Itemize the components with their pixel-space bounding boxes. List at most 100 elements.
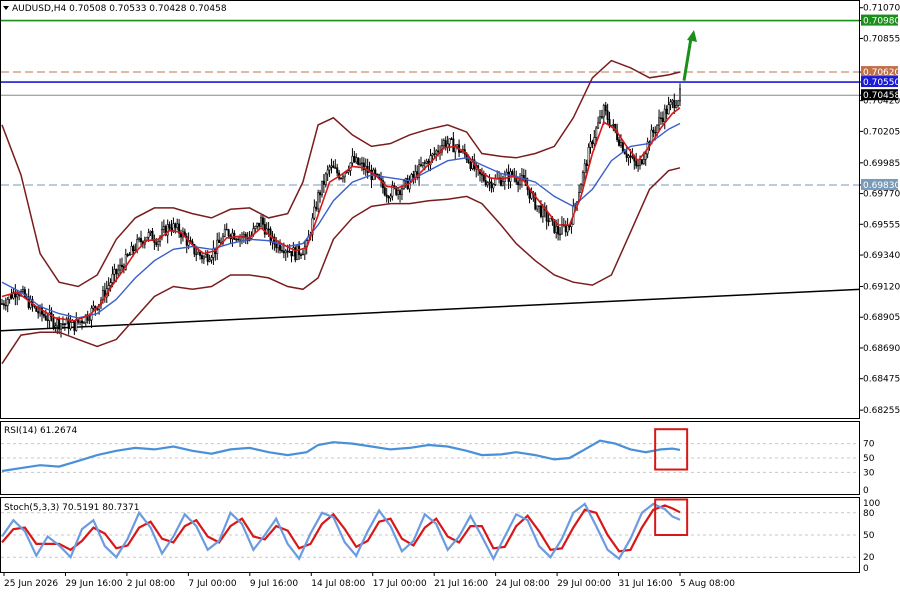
rsi-tick-label: 30	[863, 468, 875, 478]
bollinger-upper-band	[1, 59, 681, 288]
candle-body	[557, 226, 560, 235]
price-tick-label: 0.69985	[863, 159, 900, 169]
moving-average-fast	[1, 107, 681, 322]
stoch-tick-label: 50	[863, 531, 875, 541]
candle-body	[355, 157, 358, 163]
candle-body	[450, 138, 453, 140]
candle-body	[667, 104, 670, 115]
candle-body	[359, 163, 362, 165]
candle-body	[199, 251, 202, 256]
candle-body	[351, 156, 354, 164]
candle-body	[56, 319, 59, 327]
candle-body	[37, 311, 40, 314]
candle-body	[484, 180, 487, 186]
time-tick-label: 14 Jul 08:00	[311, 579, 365, 589]
candle-body	[421, 162, 424, 166]
candle-body	[237, 238, 240, 241]
candle-body	[583, 163, 586, 173]
candle-body	[149, 230, 152, 233]
candle-body	[115, 268, 118, 275]
candle-body	[671, 100, 674, 103]
candle-body	[423, 162, 426, 164]
symbol-menu-icon[interactable]	[3, 6, 9, 10]
candle-body	[58, 319, 61, 330]
level-tag-label: 0.70550	[863, 78, 900, 88]
candle-body	[399, 190, 402, 195]
candle-body	[280, 249, 283, 252]
candle-body	[176, 223, 179, 228]
price-tick-label: 0.69555	[863, 220, 900, 230]
candle-body	[581, 172, 584, 186]
candle-body	[60, 323, 63, 330]
candle-body	[157, 240, 160, 245]
candle-body	[444, 140, 447, 148]
candle-body	[549, 217, 552, 222]
candle-body	[260, 217, 263, 227]
candle-body	[42, 313, 45, 317]
candle-body	[113, 268, 116, 275]
candle-body	[132, 245, 135, 252]
candle-body	[490, 181, 493, 189]
candle-body	[589, 141, 592, 148]
candle-body	[433, 153, 436, 156]
candle-body	[642, 158, 645, 165]
candle-body	[501, 181, 504, 186]
candle-body	[627, 155, 630, 158]
candle-body	[320, 180, 323, 196]
candle-body	[317, 192, 320, 210]
candle-body	[326, 169, 329, 175]
candle-body	[330, 165, 333, 168]
candle-body	[412, 174, 415, 178]
candle-body	[0, 303, 3, 305]
stoch-axis: 10080 50 200	[863, 499, 880, 574]
time-tick-label: 2 Jul 08:00	[127, 579, 176, 589]
stoch-tick-label: 0	[863, 564, 869, 574]
candle-body	[109, 282, 112, 286]
candle-body	[353, 156, 356, 163]
candle-body	[227, 229, 230, 237]
candle-body	[387, 196, 390, 199]
candle-body	[656, 124, 659, 133]
candle-body	[88, 319, 91, 322]
candle-body	[6, 299, 9, 306]
candle-body	[602, 105, 605, 118]
candle-body	[600, 116, 603, 118]
candle-body	[296, 245, 299, 261]
time-axis: 25 Jun 2026 29 Jun 16:00 2 Jul 08:00 7 Jul …	[3, 572, 735, 589]
candle-body	[172, 223, 175, 231]
candle-body	[559, 233, 562, 236]
symbol-header: AUDUSD,H4 0.70508 0.70533 0.70428 0.7045…	[12, 4, 227, 14]
candle-body	[107, 285, 110, 289]
trading-chart[interactable]: 0.710700.708550.704200.702050.699850.697…	[0, 0, 900, 594]
candle-body	[254, 226, 257, 229]
candle-body	[637, 164, 640, 167]
candle-body	[539, 205, 542, 217]
candle-body	[294, 247, 297, 261]
candle-body	[658, 117, 661, 126]
forecast-arrow-icon	[682, 37, 693, 81]
candle-body	[673, 100, 676, 108]
candle-body	[147, 232, 150, 238]
candle-body	[625, 153, 628, 158]
price-axis: 0.710700.708550.704200.702050.699850.697…	[859, 4, 900, 416]
candle-body	[467, 159, 470, 163]
time-tick-label: 31 Jul 16:00	[619, 579, 673, 589]
candle-body	[341, 176, 344, 179]
candle-body	[639, 159, 642, 166]
candle-body	[419, 164, 422, 166]
candle-body	[117, 269, 120, 275]
rsi-axis: 70 50 30 0	[863, 440, 875, 496]
candle-body	[332, 165, 335, 169]
candle-body	[644, 153, 647, 160]
candle-body	[204, 254, 207, 258]
candle-body	[665, 108, 668, 115]
candle-body	[675, 105, 678, 108]
candle-body	[397, 190, 400, 195]
candle-body	[522, 175, 525, 179]
candle-body	[2, 303, 5, 306]
candle-body	[145, 236, 148, 241]
time-tick-label: 7 Jul 00:00	[188, 579, 237, 589]
price-tick-label: 0.68690	[863, 344, 900, 354]
candle-body	[435, 150, 438, 155]
candle-body	[669, 101, 672, 106]
